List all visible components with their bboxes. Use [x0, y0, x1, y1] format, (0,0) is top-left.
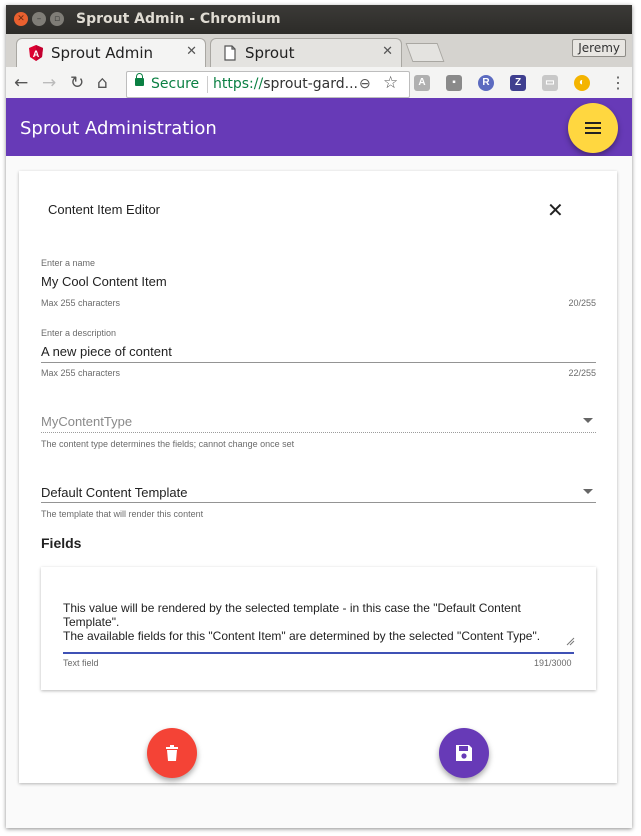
close-icon[interactable]: ✕ [547, 198, 564, 222]
name-counter: 20/255 [568, 298, 596, 308]
redux-extension-icon[interactable]: R [478, 75, 494, 91]
tab-sprout[interactable]: Sprout ✕ [210, 38, 402, 68]
divider [207, 76, 208, 93]
save-button[interactable] [439, 728, 489, 778]
pocket-extension-icon[interactable]: ▪ [446, 75, 462, 91]
text-field-counter: 191/3000 [534, 658, 572, 668]
content-type-select[interactable]: MyContentType [41, 414, 132, 429]
delete-button[interactable] [147, 728, 197, 778]
textarea-line: This value will be rendered by the selec… [63, 601, 521, 615]
name-hint: Max 255 characters [41, 298, 121, 308]
template-hint: The template that will render this conte… [41, 509, 204, 519]
window-minimize-icon[interactable]: – [32, 12, 46, 26]
content-type-underline [41, 432, 596, 433]
textarea-line: The available fields for this "Content I… [63, 629, 541, 643]
template-underline [41, 502, 596, 503]
description-hint: Max 255 characters [41, 368, 121, 378]
tab-close-icon[interactable]: ✕ [382, 44, 393, 59]
hamburger-line [585, 122, 601, 124]
forward-icon[interactable]: → [42, 73, 56, 93]
svg-text:A: A [33, 49, 40, 59]
template-select[interactable]: Default Content Template [41, 485, 187, 500]
tab-sprout-admin[interactable]: A Sprout Admin ✕ [16, 38, 206, 68]
tab-close-icon[interactable]: ✕ [186, 44, 197, 59]
floppy-disk-icon [456, 745, 472, 761]
browser-window: ✕ – ▫ Sprout Admin - Chromium A Sprout A… [6, 5, 632, 828]
text-field-underline [63, 652, 574, 654]
textarea-line: Template". [63, 615, 120, 629]
back-icon[interactable]: ← [14, 73, 28, 93]
angular-extension-icon[interactable]: A [414, 75, 430, 91]
bookmark-star-icon[interactable]: ☆ [383, 73, 398, 93]
cast-extension-icon[interactable]: ▭ [542, 75, 558, 91]
text-field-card: This value will be rendered by the selec… [41, 567, 596, 690]
url-text[interactable]: https://sprout-gard... [213, 76, 358, 92]
editor-card: Content Item Editor ✕ Enter a name My Co… [19, 171, 617, 783]
name-input[interactable]: My Cool Content Item [41, 274, 167, 289]
tab-label: Sprout [245, 44, 295, 62]
zotero-extension-icon[interactable]: Z [510, 75, 526, 91]
trash-icon [166, 745, 178, 761]
new-tab-button[interactable] [405, 43, 445, 62]
chevron-down-icon[interactable] [583, 489, 593, 494]
text-field-hint: Text field [63, 658, 99, 668]
browser-toolbar: ← → ↻ ⌂ Secure https://sprout-gard... ⊖ … [6, 67, 632, 101]
night-mode-extension-icon[interactable]: ◐ [574, 75, 590, 91]
window-title: Sprout Admin - Chromium [76, 11, 281, 27]
tab-strip: A Sprout Admin ✕ Sprout ✕ Jeremy [6, 34, 632, 68]
app-bar: Sprout Administration [6, 98, 632, 156]
page-icon [224, 45, 236, 61]
reload-icon[interactable]: ↻ [70, 73, 84, 93]
description-counter: 22/255 [568, 368, 596, 378]
browser-menu-icon[interactable]: ⋮ [610, 73, 626, 93]
hamburger-line [585, 127, 601, 129]
hamburger-line [585, 132, 601, 134]
editor-title: Content Item Editor [48, 202, 160, 217]
chevron-down-icon[interactable] [583, 418, 593, 423]
secure-label: Secure [151, 76, 200, 92]
content-type-hint: The content type determines the fields; … [41, 439, 295, 449]
window-maximize-icon[interactable]: ▫ [50, 12, 64, 26]
angular-icon: A [29, 45, 43, 61]
page-content: Content Item Editor ✕ Enter a name My Co… [6, 156, 632, 828]
url-scheme: https:// [213, 76, 264, 92]
description-underline [41, 362, 596, 363]
zoom-icon[interactable]: ⊖ [359, 75, 371, 92]
hamburger-icon[interactable] [568, 103, 618, 153]
home-icon[interactable]: ⌂ [97, 73, 108, 93]
lock-icon [135, 73, 144, 86]
text-field-textarea[interactable]: This value will be rendered by the selec… [63, 601, 574, 643]
fields-heading: Fields [41, 535, 82, 551]
app-title: Sprout Administration [20, 118, 217, 139]
url-host: sprout-gard... [263, 76, 359, 92]
window-close-icon[interactable]: ✕ [14, 12, 28, 26]
tab-label: Sprout Admin [51, 44, 154, 62]
address-bar[interactable]: Secure https://sprout-gard... ⊖ ☆ [126, 71, 410, 98]
profile-button[interactable]: Jeremy [572, 39, 626, 57]
name-label: Enter a name [41, 258, 96, 268]
description-label: Enter a description [41, 328, 117, 338]
resize-handle-icon[interactable] [566, 637, 575, 646]
description-input[interactable]: A new piece of content [41, 344, 172, 359]
title-bar: ✕ – ▫ Sprout Admin - Chromium [6, 5, 632, 34]
